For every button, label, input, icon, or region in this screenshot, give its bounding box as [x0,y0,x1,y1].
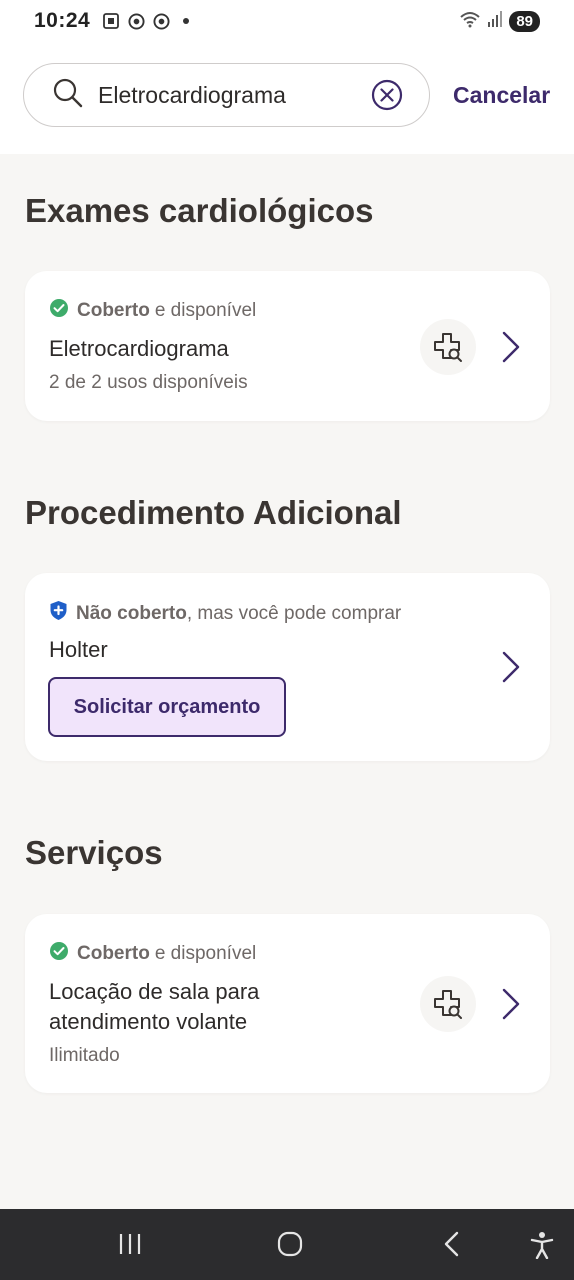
status-bold-text: Coberto [77,943,150,964]
coverage-status: Coberto e disponível [49,298,256,324]
card-title: Eletrocardiograma [49,336,229,361]
status-time: 10:24 [34,9,91,32]
section-title: Serviços [25,834,163,871]
section-title: Exames cardiológicos [25,192,374,229]
card-title-line-1: Locação de sala para [49,979,260,1004]
search-header: Cancelar [0,42,574,154]
cancel-button[interactable]: Cancelar [453,82,550,109]
shield-plus-icon [49,600,68,627]
home-icon[interactable] [277,1231,303,1262]
status-bold-text: Não coberto [76,602,187,624]
status-bold-text: Coberto [77,300,150,321]
battery-indicator: 89 [509,10,540,32]
status-bar: 10:24 89 [0,0,574,42]
chrome-icon [128,12,145,30]
medical-search-icon[interactable] [420,976,476,1032]
search-icon [52,77,84,114]
status-rest-text: e disponível [154,300,257,321]
coverage-status: Não coberto , mas você pode comprar [49,600,401,627]
chevron-right-icon[interactable] [500,330,522,364]
result-card-holter[interactable]: Não coberto , mas você pode comprar Holt… [25,573,550,761]
chevron-right-icon[interactable] [500,650,522,684]
section-title: Procedimento Adicional [25,494,402,531]
card-title-line-2: atendimento volante [49,1009,248,1034]
dot-icon [182,17,190,25]
result-card-eletrocardiograma[interactable]: Coberto e disponível Eletrocardiograma 2… [25,271,550,421]
search-box[interactable] [23,63,430,127]
card-subtitle: 2 de 2 usos disponíveis [49,372,248,393]
accessibility-icon[interactable] [529,1231,555,1264]
signal-icon [487,10,503,33]
check-circle-icon [49,298,69,324]
status-rest-text: , mas você pode comprar [186,602,402,624]
request-quote-button[interactable]: Solicitar orçamento [48,677,286,737]
coverage-status: Coberto e disponível [49,941,256,967]
recent-apps-icon[interactable] [117,1231,143,1262]
medical-search-icon[interactable] [420,319,476,375]
result-card-locacao-sala[interactable]: Coberto e disponível Locação de sala par… [25,914,550,1093]
chevron-right-icon[interactable] [500,987,522,1021]
status-rest-text: e disponível [154,943,257,964]
search-input[interactable] [98,81,368,109]
wifi-icon [459,10,481,33]
back-icon[interactable] [440,1231,464,1262]
check-circle-icon [49,941,69,967]
screenshot-icon [102,12,120,30]
system-navigation-bar [0,1209,574,1280]
chrome-icon [153,12,170,30]
clear-search-icon[interactable] [371,79,403,111]
results-list: Exames cardiológicos Coberto e disponíve… [0,154,574,1209]
card-title: Holter [49,637,108,662]
card-subtitle: Ilimitado [49,1045,120,1066]
